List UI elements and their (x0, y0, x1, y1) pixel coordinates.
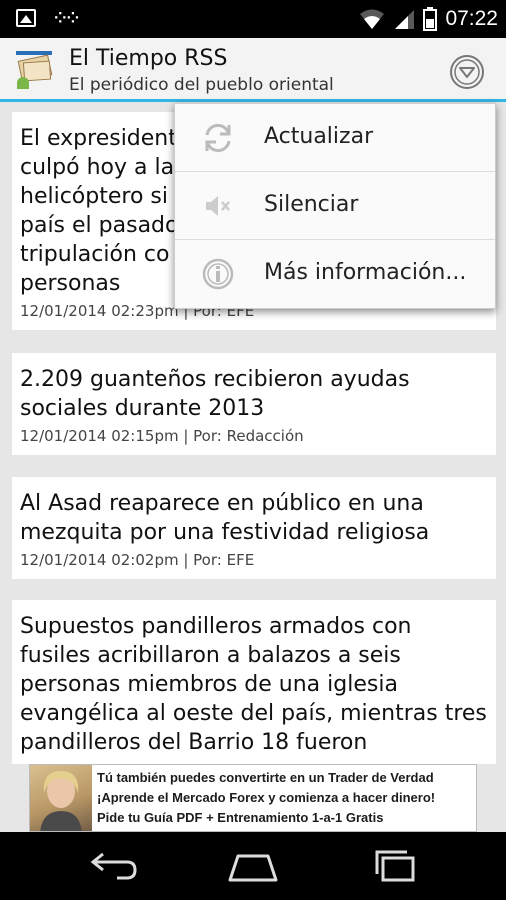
home-button[interactable] (226, 848, 280, 884)
ad-photo (30, 765, 92, 831)
overflow-menu-button[interactable] (445, 50, 489, 94)
notification-icons: ⁘⁘ (16, 9, 80, 27)
menu-label: Actualizar (264, 124, 374, 149)
image-notification-icon (16, 9, 36, 27)
menu-item-refresh[interactable]: Actualizar (175, 104, 495, 172)
news-meta: 12/01/2014 02:15pm | Por: Redacción (20, 427, 304, 445)
action-bar: El Tiempo RSS El periódico del pueblo or… (0, 38, 506, 102)
bbm-notification-icon: ⁘⁘ (54, 9, 80, 27)
mute-icon (206, 196, 230, 216)
battery-icon (423, 7, 438, 31)
navigation-bar (0, 832, 506, 900)
menu-item-mute[interactable]: Silenciar (175, 172, 495, 240)
back-button[interactable] (87, 848, 141, 884)
recent-apps-button[interactable] (369, 848, 423, 884)
news-meta: 12/01/2014 02:02pm | Por: EFE (20, 551, 255, 569)
app-title: El Tiempo RSS (69, 46, 228, 71)
signal-icon (395, 10, 415, 29)
news-item[interactable]: Supuestos pandilleros armados con fusile… (12, 600, 496, 764)
info-icon (202, 258, 234, 290)
news-title: Al Asad reaparece en público en una mezq… (20, 491, 430, 545)
status-bar: ⁘⁘ 07:22 (0, 0, 506, 38)
menu-label: Más información... (264, 260, 467, 285)
wifi-icon (360, 9, 385, 29)
news-item[interactable]: Al Asad reaparece en público en una mezq… (12, 477, 496, 579)
ad-banner[interactable]: Tú también puedes convertirte en un Trad… (29, 764, 477, 832)
ad-text: Tú también puedes convertirte en un Trad… (97, 770, 436, 825)
news-title: Supuestos pandilleros armados con fusile… (20, 614, 487, 755)
menu-item-more-info[interactable]: Más información... (175, 240, 495, 308)
menu-label: Silenciar (264, 192, 359, 217)
news-title: 2.209 guanteños recibieron ayudas social… (20, 367, 410, 421)
news-item[interactable]: 2.209 guanteños recibieron ayudas social… (12, 353, 496, 455)
clock: 07:22 (445, 7, 498, 30)
app-subtitle: El periódico del pueblo oriental (69, 75, 334, 95)
overflow-menu: Actualizar Silenciar Más información... (174, 103, 496, 309)
app-logo-icon[interactable] (14, 48, 60, 90)
system-icons: 07:22 (359, 7, 498, 31)
refresh-icon (205, 123, 231, 153)
